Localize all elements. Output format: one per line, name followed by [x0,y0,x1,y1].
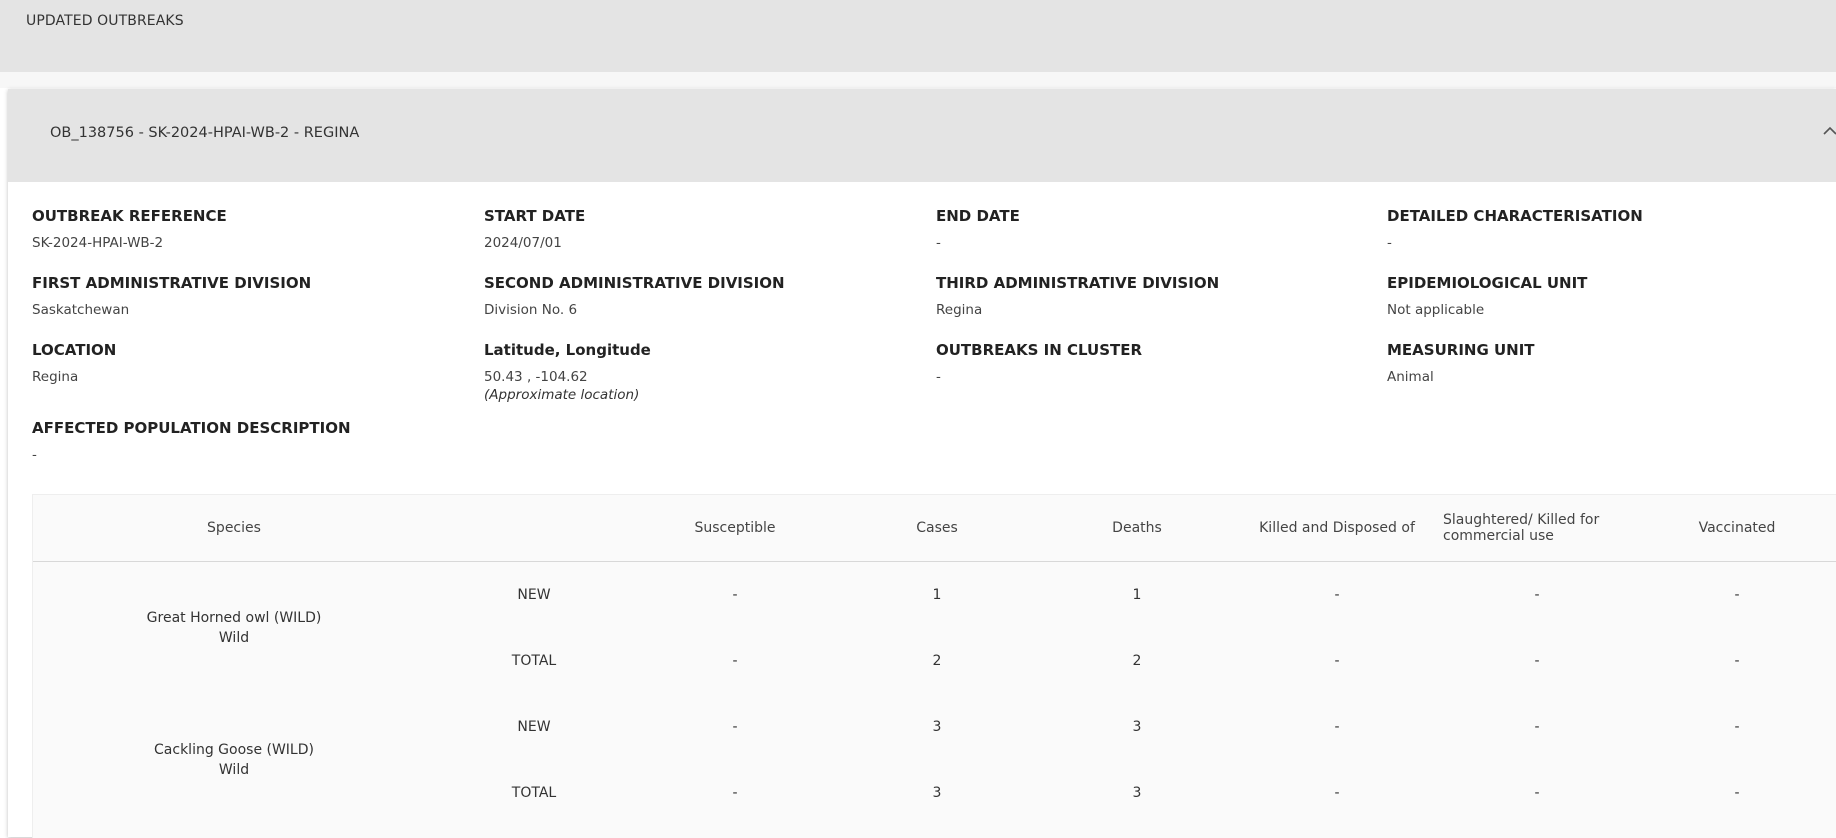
affected-population-label: AFFECTED POPULATION DESCRIPTION [32,419,351,437]
lat-long-label: Latitude, Longitude [484,341,651,359]
outbreak-reference-label: OUTBREAK REFERENCE [32,207,227,225]
species-cell: Great Horned owl (WILD) Wild [33,562,435,695]
cell-killed: - [1334,587,1340,603]
field-detailed-characterisation: DETAILED CHARACTERISATION - [1387,207,1643,251]
cell-slaughtered: - [1534,587,1540,603]
field-location: LOCATION Regina [32,341,116,385]
cell-cases: 2 [932,653,942,669]
header-killed: Killed and Disposed of [1237,495,1437,562]
third-admin-division-label: THIRD ADMINISTRATIVE DIVISION [936,274,1220,292]
header-species: Species [33,495,435,562]
cell-deaths: 3 [1132,785,1142,801]
row-type-total: TOTAL [511,785,557,801]
chevron-up-icon[interactable] [1822,123,1836,139]
species-name: Great Horned owl (WILD) [146,610,322,626]
location-value: Regina [32,369,79,385]
row-type-total: TOTAL [511,653,557,669]
cell-killed: - [1334,785,1340,801]
third-admin-division-value: Regina [936,302,983,318]
end-date-value: - [936,235,941,251]
lat-long-value: 50.43 , -104.62 [484,369,588,385]
species-cell: Cackling Goose (WILD) Wild [33,694,435,826]
species-table-header: Species Susceptible Cases Deaths Killed … [33,495,1836,562]
species-name: Cackling Goose (WILD) [154,742,314,758]
row-type-new: NEW [517,587,551,603]
first-admin-division-value: Saskatchewan [32,302,130,318]
cell-susceptible: - [732,785,738,801]
cell-killed: - [1334,653,1340,669]
measuring-unit-value: Animal [1387,369,1434,385]
field-measuring-unit: MEASURING UNIT Animal [1387,341,1535,385]
header-vaccinated: Vaccinated [1637,495,1836,562]
species-table: Species Susceptible Cases Deaths Killed … [33,495,1836,826]
field-end-date: END DATE - [936,207,1020,251]
header-cases: Cases [837,495,1037,562]
end-date-label: END DATE [936,207,1020,225]
cell-killed: - [1334,719,1340,735]
table-row: Cackling Goose (WILD) Wild NEW - 3 3 - -… [33,694,1836,778]
cell-slaughtered: - [1534,653,1540,669]
species-category: Wild [218,630,250,646]
outbreaks-in-cluster-value: - [936,369,941,385]
location-label: LOCATION [32,341,117,359]
section-header: UPDATED OUTBREAKS [0,0,1836,72]
detailed-characterisation-label: DETAILED CHARACTERISATION [1387,207,1643,225]
cell-vaccinated: - [1734,719,1740,735]
outbreaks-in-cluster-label: OUTBREAKS IN CLUSTER [936,341,1143,359]
cell-deaths: 3 [1132,719,1142,735]
cell-cases: 3 [932,719,942,735]
field-start-date: START DATE 2024/07/01 [484,207,585,251]
field-outbreaks-in-cluster: OUTBREAKS IN CLUSTER - [936,341,1142,385]
outbreak-reference-value: SK-2024-HPAI-WB-2 [32,235,164,251]
second-admin-division-label: SECOND ADMINISTRATIVE DIVISION [484,274,785,292]
species-table-container: Species Susceptible Cases Deaths Killed … [32,494,1836,838]
detailed-characterisation-value: - [1387,235,1392,251]
species-category: Wild [218,762,250,778]
cell-deaths: 1 [1132,587,1142,603]
section-title: UPDATED OUTBREAKS [26,13,184,29]
field-third-admin-division: THIRD ADMINISTRATIVE DIVISION Regina [936,274,1219,318]
field-lat-long: Latitude, Longitude 50.43 , -104.62 (App… [484,341,651,403]
cell-susceptible: - [732,587,738,603]
cell-vaccinated: - [1734,785,1740,801]
epidemiological-unit-value: Not applicable [1387,302,1485,318]
cell-cases: 3 [932,785,942,801]
table-row: Great Horned owl (WILD) Wild NEW - 1 1 -… [33,562,1836,646]
cell-vaccinated: - [1734,653,1740,669]
header-susceptible: Susceptible [633,495,837,562]
start-date-label: START DATE [484,207,586,225]
field-epidemiological-unit: EPIDEMIOLOGICAL UNIT Not applicable [1387,274,1587,318]
cell-slaughtered: - [1534,785,1540,801]
cell-susceptible: - [732,719,738,735]
section-gap [0,72,1836,88]
lat-long-note: (Approximate location) [484,387,640,403]
outbreak-card-header[interactable]: OB_138756 - SK-2024-HPAI-WB-2 - REGINA [8,89,1836,182]
header-type [435,495,633,562]
first-admin-division-label: FIRST ADMINISTRATIVE DIVISION [32,274,312,292]
cell-susceptible: - [732,653,738,669]
outbreak-card: OB_138756 - SK-2024-HPAI-WB-2 - REGINA O… [8,89,1836,838]
row-type-new: NEW [517,719,551,735]
field-first-admin-division: FIRST ADMINISTRATIVE DIVISION Saskatchew… [32,274,311,318]
second-admin-division-value: Division No. 6 [484,302,578,318]
measuring-unit-label: MEASURING UNIT [1387,341,1535,359]
cell-deaths: 2 [1132,653,1142,669]
start-date-value: 2024/07/01 [484,235,562,251]
field-outbreak-reference: OUTBREAK REFERENCE SK-2024-HPAI-WB-2 [32,207,227,251]
header-deaths: Deaths [1037,495,1237,562]
field-second-admin-division: SECOND ADMINISTRATIVE DIVISION Division … [484,274,785,318]
cell-vaccinated: - [1734,587,1740,603]
cell-slaughtered: - [1534,719,1540,735]
header-slaughtered: Slaughtered/ Killed for commercial use [1437,495,1637,562]
affected-population-value: - [32,447,37,463]
epidemiological-unit-label: EPIDEMIOLOGICAL UNIT [1387,274,1588,292]
cell-cases: 1 [932,587,942,603]
outbreak-title: OB_138756 - SK-2024-HPAI-WB-2 - REGINA [50,125,360,141]
field-affected-population: AFFECTED POPULATION DESCRIPTION - [32,419,351,463]
